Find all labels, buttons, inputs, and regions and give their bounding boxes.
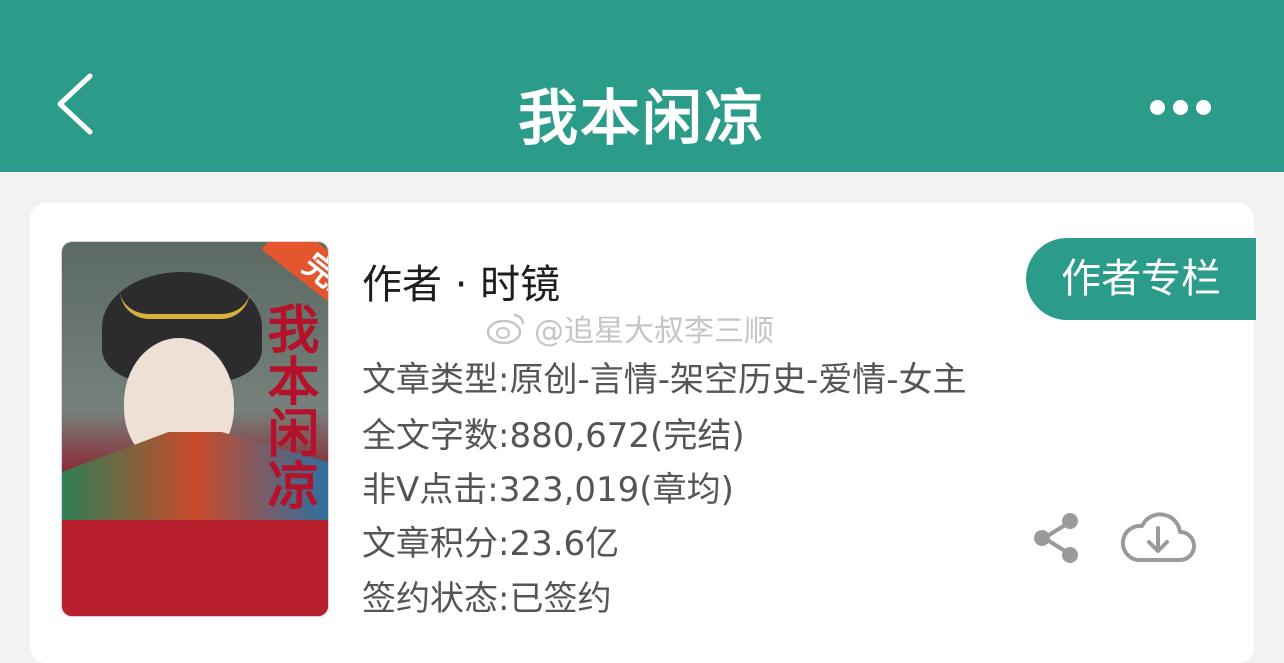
author-name[interactable]: 作者 · 时镜 xyxy=(362,252,560,310)
app-header: 我本闲凉 xyxy=(0,0,1284,172)
book-cover-image[interactable]: 我本闲凉 完结 xyxy=(62,242,328,616)
info-word-count: 全文字数:880,672(完结) xyxy=(362,416,745,456)
info-clicks: 非Ⅴ点击:323,019(章均) xyxy=(362,470,734,510)
cover-title-art: 我本闲凉 xyxy=(258,302,319,510)
share-icon[interactable] xyxy=(1032,512,1080,564)
info-sign-status: 签约状态:已签约 xyxy=(362,579,612,619)
info-category: 文章类型:原创-言情-架空历史-爱情-女主 xyxy=(362,360,967,400)
page-title: 我本闲凉 xyxy=(518,84,766,154)
watermark: @追星大叔李三顺 xyxy=(486,306,774,350)
info-score: 文章积分:23.6亿 xyxy=(362,524,620,564)
more-horizontal-icon[interactable] xyxy=(1150,92,1220,122)
weibo-icon xyxy=(486,313,525,345)
cloud-download-icon[interactable] xyxy=(1120,508,1196,566)
author-column-button[interactable]: 作者专栏 xyxy=(1026,238,1256,320)
watermark-text: @追星大叔李三顺 xyxy=(534,314,774,349)
